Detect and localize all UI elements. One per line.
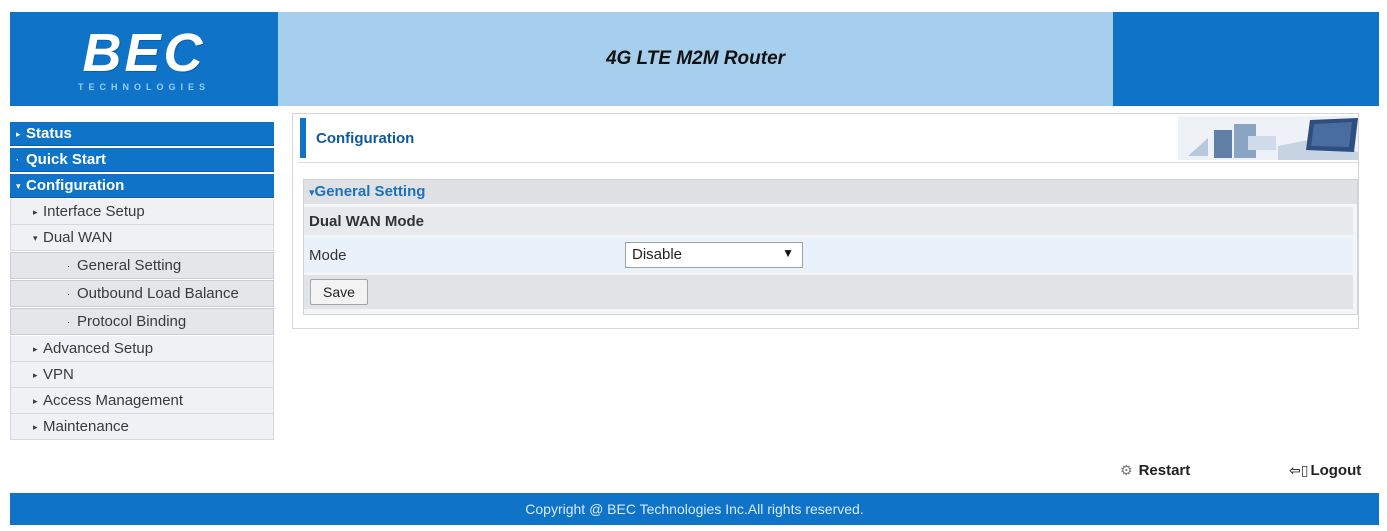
sidebar-item-label: Protocol Binding xyxy=(77,313,187,330)
restart-label: Restart xyxy=(1138,462,1191,479)
bullet-icon: · xyxy=(67,317,70,328)
arrow-right-icon: ▸ xyxy=(16,129,21,140)
group-title: Dual WAN Mode xyxy=(309,213,424,230)
arrow-down-icon: ▾ xyxy=(33,233,38,244)
logout-link[interactable]: ⇦▯ Logout xyxy=(1289,462,1361,479)
sidebar-item-label: Quick Start xyxy=(26,151,107,168)
product-title: 4G LTE M2M Router xyxy=(605,48,786,69)
sidebar-item-label: General Setting xyxy=(77,257,182,274)
restart-link[interactable]: ⚙ Restart xyxy=(1120,462,1190,479)
office-banner-image xyxy=(1178,116,1358,160)
sidebar-item-label: Status xyxy=(26,125,72,142)
title-accent-bar xyxy=(300,118,306,158)
sidebar-item-label: Configuration xyxy=(26,177,125,194)
sidebar-item-outbound-load-balance[interactable]: · Outbound Load Balance xyxy=(10,280,274,307)
sidebar-item-dual-wan[interactable]: ▾ Dual WAN xyxy=(10,225,274,251)
arrow-right-icon: ▸ xyxy=(33,207,38,218)
sidebar-item-label: Maintenance xyxy=(43,418,129,435)
title-divider xyxy=(298,162,1358,163)
arrow-right-icon: ▸ xyxy=(33,370,38,381)
sidebar-item-vpn[interactable]: ▸ VPN xyxy=(10,362,274,388)
sidebar-item-label: Outbound Load Balance xyxy=(77,285,239,302)
sidebar-item-status[interactable]: ▸ Status xyxy=(10,122,274,146)
mode-select[interactable]: Disable ▼ xyxy=(625,242,803,268)
sidebar-item-advanced-setup[interactable]: ▸ Advanced Setup xyxy=(10,336,274,362)
sidebar-item-protocol-binding[interactable]: · Protocol Binding xyxy=(10,308,274,335)
brand-logo: BEC xyxy=(82,23,206,83)
sidebar-item-label: Advanced Setup xyxy=(43,340,154,357)
logout-label: Logout xyxy=(1310,462,1362,479)
mode-label: Mode xyxy=(309,247,347,264)
arrow-right-icon: ▸ xyxy=(33,396,38,407)
dropdown-arrow-icon: ▼ xyxy=(782,246,794,260)
footer-copyright: Copyright @ BEC Technologies Inc.All rig… xyxy=(525,501,864,517)
header-right-banner xyxy=(1113,12,1379,106)
sidebar-item-label: Access Management xyxy=(43,392,184,409)
page-title: Configuration xyxy=(316,130,415,147)
brand-logo-subtitle: TECHNOLOGIES xyxy=(77,82,210,92)
sidebar-item-configuration[interactable]: ▾ Configuration xyxy=(10,174,274,198)
sidebar-item-interface-setup[interactable]: ▸ Interface Setup xyxy=(10,199,274,225)
arrow-right-icon: ▸ xyxy=(33,344,38,355)
save-button[interactable]: Save xyxy=(310,279,368,305)
section-title[interactable]: ▾General Setting xyxy=(309,183,425,200)
save-row xyxy=(304,275,1353,309)
arrow-down-icon: ▾ xyxy=(16,181,21,192)
mode-row xyxy=(304,237,1353,273)
sidebar-item-access-management[interactable]: ▸ Access Management xyxy=(10,388,274,414)
logout-icon: ⇦▯ xyxy=(1289,462,1309,478)
restart-icon: ⚙ xyxy=(1120,462,1133,478)
sidebar-item-general-setting[interactable]: · General Setting xyxy=(10,252,274,279)
sidebar-item-quick-start[interactable]: · Quick Start xyxy=(10,148,274,172)
arrow-right-icon: ▸ xyxy=(33,422,38,433)
sidebar-item-label: VPN xyxy=(43,366,74,383)
mode-select-value: Disable xyxy=(632,246,683,263)
section-title-label: General Setting xyxy=(314,183,426,200)
bullet-icon: · xyxy=(67,289,70,300)
section-header[interactable] xyxy=(304,180,1357,204)
sidebar-item-label: Dual WAN xyxy=(43,229,113,246)
group-header-row xyxy=(304,207,1353,235)
logo-panel: BEC TECHNOLOGIES xyxy=(10,12,278,106)
sidebar-item-maintenance[interactable]: ▸ Maintenance xyxy=(10,414,274,440)
bullet-icon: · xyxy=(16,155,19,166)
sidebar-item-label: Interface Setup xyxy=(43,203,145,220)
bullet-icon: · xyxy=(67,261,70,272)
